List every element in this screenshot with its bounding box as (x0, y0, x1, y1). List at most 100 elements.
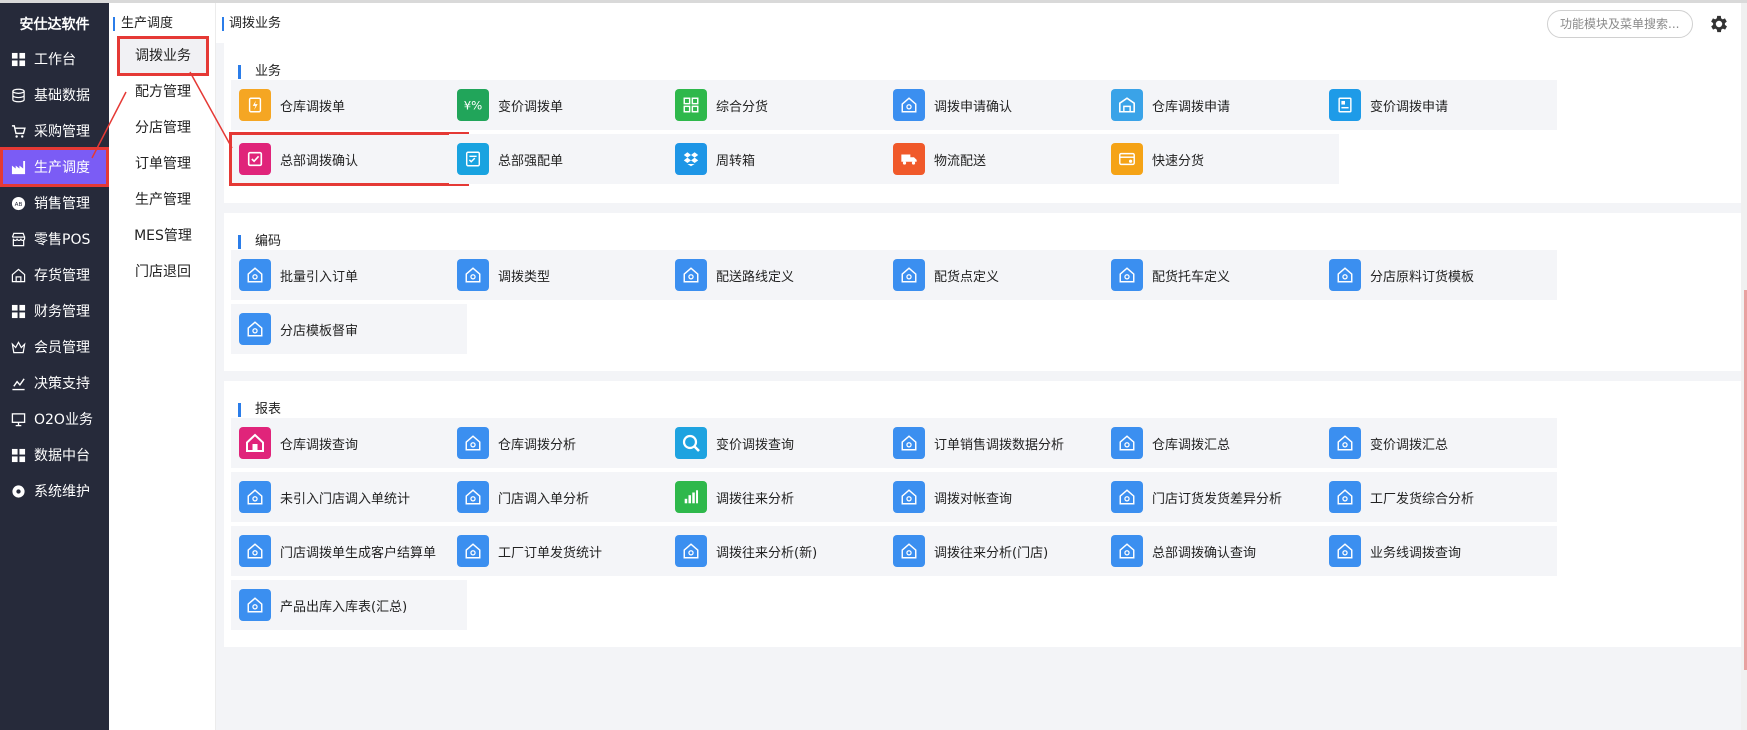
module-tile[interactable]: 物流配送 (885, 134, 1121, 184)
monitor-icon (10, 411, 26, 427)
module-tile[interactable]: 工厂发货综合分析 (1321, 472, 1557, 522)
module-tile[interactable]: 综合分货 (667, 80, 903, 130)
grid-icon (10, 447, 26, 463)
module-tile[interactable]: 仓库调拨单 (231, 80, 467, 130)
subnav-item-4[interactable]: 生产管理 (117, 180, 209, 220)
module-tile[interactable]: 调拨往来分析(新) (667, 526, 903, 576)
module-tile-label: 总部强配单 (498, 153, 564, 169)
sidebar-item-7[interactable]: 财务管理 (0, 291, 109, 331)
module-tile[interactable]: 仓库调拨分析 (449, 418, 685, 468)
sidebar-item-10[interactable]: O2O业务 (0, 399, 109, 439)
module-tile[interactable]: 总部强配单 (449, 134, 685, 184)
module-tile[interactable]: 仓库调拨申请 (1103, 80, 1339, 130)
module-tile[interactable]: 调拨类型 (449, 250, 685, 300)
module-tile-label: 分店模板督审 (280, 323, 359, 339)
module-tile[interactable]: 订单销售调拨数据分析 (885, 418, 1121, 468)
module-tile-label: 工厂发货综合分析 (1370, 491, 1475, 507)
decision-icon (10, 375, 26, 391)
sidebar-item-11[interactable]: 数据中台 (0, 435, 109, 475)
store-icon (10, 231, 26, 247)
dashboard-icon (10, 51, 26, 67)
check-box-icon (239, 143, 271, 175)
dropbox-icon (675, 143, 707, 175)
subnav-item-0[interactable]: 调拨业务 (117, 36, 209, 76)
module-tile[interactable]: 分店模板督审 (231, 304, 467, 354)
home-icon (893, 259, 925, 291)
subnav-item-5[interactable]: MES管理 (117, 216, 209, 256)
module-tile-label: 变价调拨单 (498, 99, 564, 115)
module-tile[interactable]: 门店调入单分析 (449, 472, 685, 522)
module-tile[interactable]: 分店原料订货模板 (1321, 250, 1557, 300)
subnav-item-2[interactable]: 分店管理 (117, 108, 209, 148)
module-tile[interactable]: 调拨申请确认 (885, 80, 1121, 130)
home-icon (893, 535, 925, 567)
home-icon (1329, 427, 1361, 459)
module-tile[interactable]: 未引入门店调入单统计 (231, 472, 467, 522)
gear-icon[interactable] (1708, 13, 1730, 35)
module-tile[interactable]: 工厂订单发货统计 (449, 526, 685, 576)
sidebar-item-6[interactable]: 存货管理 (0, 255, 109, 295)
database-icon (10, 87, 26, 103)
sidebar-item-2[interactable]: 采购管理 (0, 111, 109, 151)
sidebar-item-4[interactable]: AB 销售管理 (0, 183, 109, 223)
sidebar-item-label: 存货管理 (34, 268, 90, 284)
sidebar-item-3[interactable]: 生产调度 (0, 147, 109, 187)
module-tile[interactable]: 总部调拨确认查询 (1103, 526, 1339, 576)
module-tile-label: 配货托车定义 (1152, 269, 1231, 285)
module-tile[interactable]: 门店调拨单生成客户结算单 (231, 526, 467, 576)
module-tile-label: 门店调拨单生成客户结算单 (280, 545, 437, 561)
module-tile-label: 仓库调拨单 (280, 99, 346, 115)
module-tile[interactable]: 配货点定义 (885, 250, 1121, 300)
crown-icon (10, 339, 26, 355)
sidebar-item-label: 基础数据 (34, 88, 90, 104)
cart-icon (10, 123, 26, 139)
home-icon (893, 89, 925, 121)
subnav-title: 生产调度 (113, 17, 173, 31)
module-tile[interactable]: 产品出库入库表(汇总) (231, 580, 467, 630)
home-icon (239, 535, 271, 567)
module-tile-label: 仓库调拨汇总 (1152, 437, 1231, 453)
subnav-item-1[interactable]: 配方管理 (117, 72, 209, 112)
module-tile[interactable]: ¥% 变价调拨单 (449, 80, 685, 130)
sidebar-item-5[interactable]: 零售POS (0, 219, 109, 259)
module-tile[interactable]: 总部调拨确认 (229, 132, 469, 186)
module-tile-label: 仓库调拨查询 (280, 437, 359, 453)
module-tile[interactable]: 批量引入订单 (231, 250, 467, 300)
module-tile[interactable]: 配货托车定义 (1103, 250, 1339, 300)
module-tile[interactable]: 调拨往来分析 (667, 472, 903, 522)
search-input[interactable] (1547, 10, 1693, 38)
subnav-item-3[interactable]: 订单管理 (117, 144, 209, 184)
sidebar-item-8[interactable]: 会员管理 (0, 327, 109, 367)
module-tile-label: 业务线调拨查询 (1370, 545, 1462, 561)
module-tile-label: 调拨往来分析 (716, 491, 795, 507)
sidebar-item-0[interactable]: 工作台 (0, 39, 109, 79)
module-tile[interactable]: 周转箱 (667, 134, 903, 184)
module-tile[interactable]: 调拨往来分析(门店) (885, 526, 1121, 576)
sidebar-item-9[interactable]: 决策支持 (0, 363, 109, 403)
section-panel-0: 业务 仓库调拨单 ¥% 变价调拨单 综合分货 调拨申请确认 仓库调拨申请 变价调拨申请 总部调拨… (224, 43, 1741, 203)
subnav-item-6[interactable]: 门店退回 (117, 252, 209, 292)
home-icon (457, 259, 489, 291)
sidebar-item-12[interactable]: 系统维护 (0, 471, 109, 511)
module-tile[interactable]: 门店订货发货差异分析 (1103, 472, 1339, 522)
sidebar-item-1[interactable]: 基础数据 (0, 75, 109, 115)
card-icon (1111, 143, 1143, 175)
home-icon (893, 481, 925, 513)
module-tile[interactable]: 配送路线定义 (667, 250, 903, 300)
sidebar-item-label: 销售管理 (34, 196, 90, 212)
home-icon (239, 481, 271, 513)
module-tile[interactable]: 快速分货 (1103, 134, 1339, 184)
section-title: 编码 (238, 235, 281, 249)
module-tile[interactable]: 仓库调拨汇总 (1103, 418, 1339, 468)
module-tile[interactable]: 变价调拨申请 (1321, 80, 1557, 130)
module-tile[interactable]: 调拨对帐查询 (885, 472, 1121, 522)
section-title: 报表 (238, 403, 281, 417)
form-icon (1329, 89, 1361, 121)
module-tile[interactable]: 变价调拨查询 (667, 418, 903, 468)
module-tile[interactable]: 业务线调拨查询 (1321, 526, 1557, 576)
home-icon (1329, 259, 1361, 291)
module-tile-label: 门店订货发货差异分析 (1152, 491, 1283, 507)
module-tile[interactable]: 变价调拨汇总 (1321, 418, 1557, 468)
module-tile[interactable]: 仓库调拨查询 (231, 418, 467, 468)
module-tile-label: 配货点定义 (934, 269, 1000, 285)
